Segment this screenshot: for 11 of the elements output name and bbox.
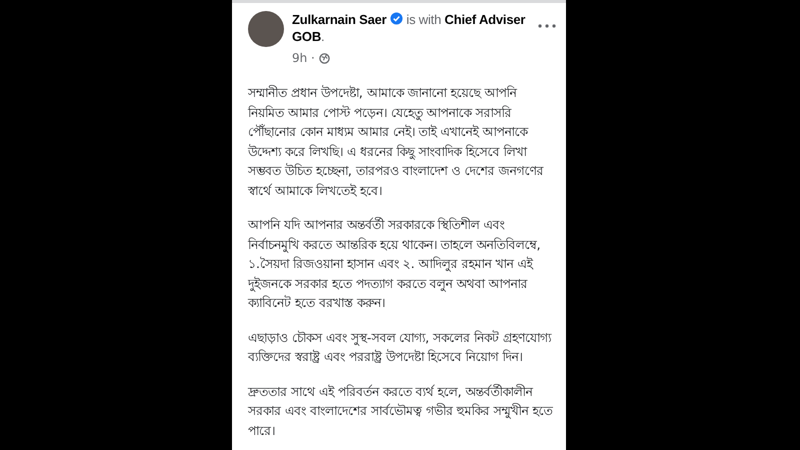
avatar[interactable]	[248, 11, 284, 47]
post-paragraph: সম্মানীত প্রধান উপদেষ্টা, আমাকে জানানো হয়েছে আপনি নিয়মিত আমার পোস্ট পড়েন। যেহেতু আপনাকে সরাসরি পৌঁছানোর কোন মাধ্যম আমার নেই। তাই এখানেই আপনাকে উদ্দেশ্য করে লিখছি। এ ধরনের কিছু সাংবাদিক হিসেবে লিখা সম্ভবত উচিত হচ্ছেনা, তারপরও বাংলাদেশ ও দেশের জনগণের স্বার্থে আমাকে লিখতেই হবে।	[248, 84, 545, 200]
post-time[interactable]: 9h ·	[292, 49, 315, 67]
post-paragraph: এছাড়াও চৌকস এবং সুস্থ-সবল যোগ্য, সকলের নিকট গ্রহণযোগ্য ব্যক্তিদের স্বরাষ্ট্র এবং পররাষ্ট্র উপদেষ্টা হিসেবে নিয়োগ দিন।	[248, 328, 553, 366]
more-options-icon[interactable]	[538, 24, 556, 28]
tagged-with-text: GOB.	[292, 29, 324, 44]
globe-icon	[318, 52, 330, 64]
author-name[interactable]: Zulkarnain Saer	[292, 12, 387, 27]
post-paragraph: দ্রুততার সাথে এই পরিবর্তন করতে ব্যর্থ হলে, অন্তর্বর্তীকালীন সরকার এবং বাংলাদেশের সার্বভৌমত্ব গভীর হুমকির সম্মুখীন হতে পারে।	[248, 382, 554, 440]
post-paragraph: আপনি যদি আপনার অন্তর্বর্তী সরকারকে স্থিতিশীল এবং নির্বাচনমুখি করতে আন্তরিক হয়ে থাকেন। তাহলে অনতিবিলম্বে, ১.সৈয়দা রিজওয়ানা হাসান এবং ২. আদিলুর রহমান খান এই দুইজনকে সরকার হতে পদত্যাগ করতে বলুন অথবা আপনার ক্যাবিনেট হতে বরখাস্ত করুন।	[248, 216, 542, 312]
tagged-with-text: is with Chief Adviser	[406, 12, 526, 27]
